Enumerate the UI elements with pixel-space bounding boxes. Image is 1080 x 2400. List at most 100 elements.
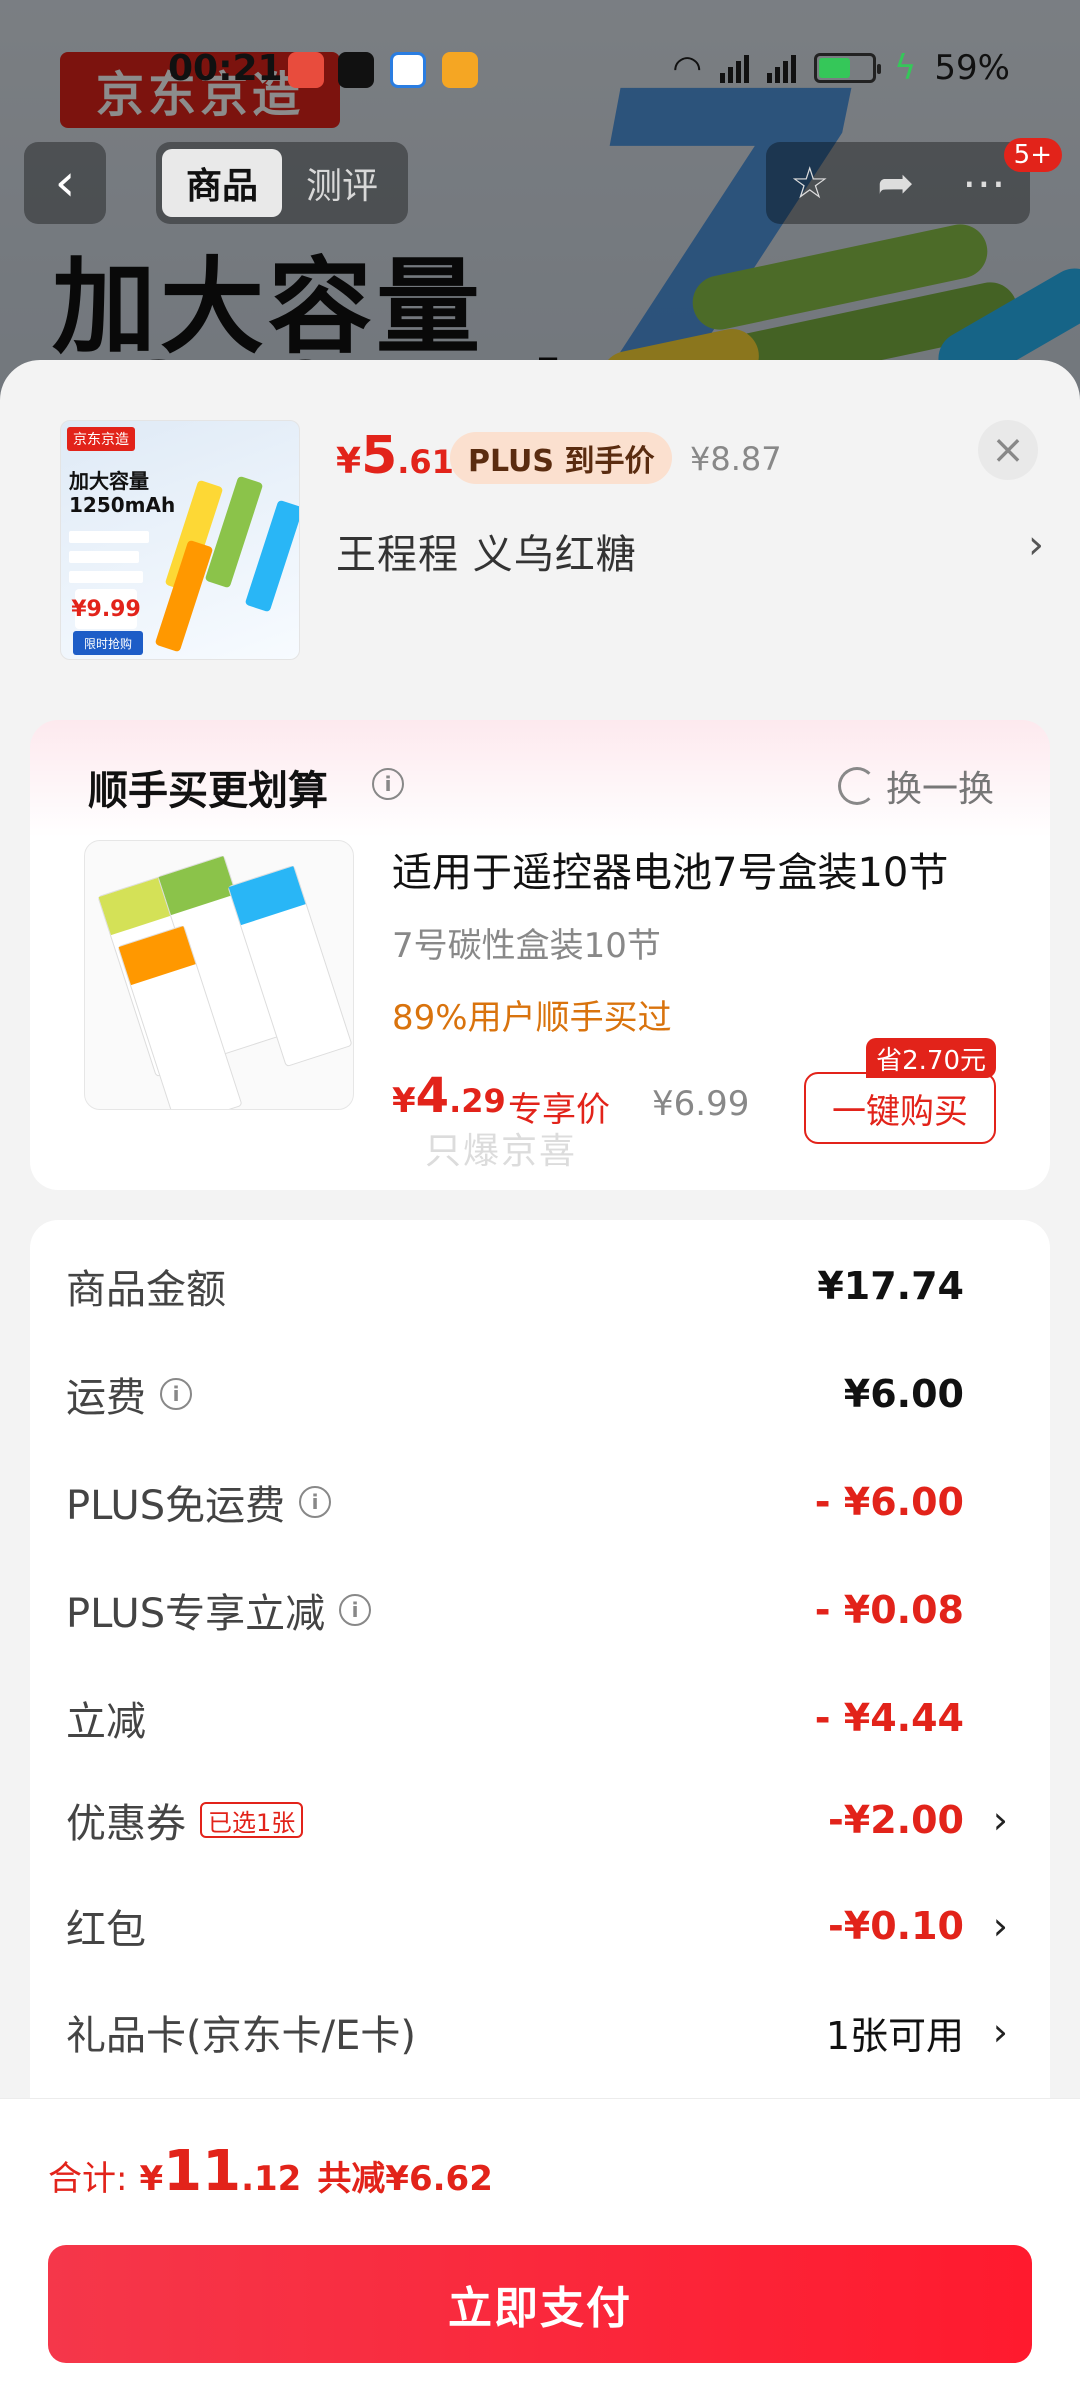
thumb-line [69, 571, 143, 583]
addon-price: ¥4.29 [392, 1068, 506, 1124]
fee-row-goods-amount: 商品金额 ¥17.74 [66, 1246, 1014, 1326]
thumb-title: 加大容量 1250mAh [69, 469, 176, 517]
thumb-line [69, 551, 139, 563]
battery-level [818, 58, 850, 78]
fee-label-text: PLUS专享立减 [66, 1591, 326, 1637]
back-arrow-icon: ‹ [54, 153, 76, 213]
fee-value: -¥2.00 [828, 1798, 964, 1842]
fee-label-text: PLUS免运费 [66, 1483, 286, 1529]
fee-value: ¥6.00 [843, 1372, 964, 1416]
total-saved: 共减¥6.62 [317, 2159, 493, 2199]
spec-selector[interactable]: 王程程 义乌红糖 [336, 522, 637, 580]
close-icon: × [991, 427, 1025, 473]
fee-value: - ¥0.08 [814, 1588, 964, 1632]
checkout-sheet: 京东京造 加大容量 1250mAh ¥9.99 限时抢购 ¥5.61 PLUS … [0, 360, 1080, 2400]
fee-value: - ¥6.00 [814, 1480, 964, 1524]
info-icon[interactable]: i [372, 768, 404, 800]
addon-bought-percent: 89%用户顺手买过 [392, 998, 672, 1038]
price-decimal: .29 [449, 1082, 506, 1120]
chevron-right-icon: › [992, 1798, 1008, 1842]
tab-review[interactable]: 测评 [282, 149, 402, 217]
fee-row-shipping: 运费 i ¥6.00 [66, 1354, 1014, 1434]
close-button[interactable]: × [978, 420, 1038, 480]
tiktok-icon [338, 52, 374, 88]
addon-original-price: ¥6.99 [652, 1084, 750, 1124]
fee-label: 商品金额 [66, 1257, 226, 1315]
total-integer: 11 [163, 2139, 242, 2204]
info-icon[interactable]: i [160, 1378, 192, 1410]
fee-row-gift-card[interactable]: 礼品卡(京东卡/E卡) 1张可用 › [66, 1992, 1014, 2072]
total-label: 合计: [48, 2159, 128, 2199]
app-notification-icon [288, 52, 324, 88]
back-button[interactable]: ‹ [24, 142, 106, 224]
price-decimal: .61 [397, 443, 454, 481]
thumb-battery [154, 539, 214, 653]
total-currency: ¥ [139, 2159, 164, 2199]
product-thumbnail[interactable]: 京东京造 加大容量 1250mAh ¥9.99 限时抢购 [60, 420, 300, 660]
signal-icon [719, 53, 749, 83]
addon-title: 顺手买更划算 [88, 768, 328, 814]
more-icon[interactable]: ⋯ [962, 158, 1006, 209]
battery-percent: 59% [934, 48, 1010, 88]
pay-now-button[interactable]: 立即支付 [48, 2245, 1032, 2363]
chevron-right-icon[interactable]: › [1028, 522, 1044, 568]
fee-row-coupon[interactable]: 优惠券 已选1张 -¥2.00 › [66, 1780, 1014, 1860]
tab-switcher: 商品 测评 [156, 142, 408, 224]
fee-label: PLUS免运费 i [66, 1473, 332, 1531]
total-decimal: .12 [241, 2159, 302, 2199]
price-integer: 4 [415, 1068, 450, 1124]
status-bar: 00:21 ◠ ϟ 59% [0, 42, 1080, 102]
info-icon[interactable]: i [339, 1594, 372, 1626]
signal-icon [766, 53, 796, 83]
fee-label-text: 礼品卡(京东卡/E卡) [66, 2013, 416, 2059]
thumb-price: ¥9.99 [71, 589, 141, 629]
fee-label: 立减 [66, 1689, 146, 1747]
info-icon[interactable]: i [299, 1486, 332, 1518]
original-price: ¥8.87 [690, 440, 782, 478]
addon-deal-card: 顺手买更划算 i 换一换 适用于遥控器电池7号盒装10节 7号碳性盒装10节 8… [30, 720, 1050, 1190]
fee-value: 1张可用 [825, 2013, 964, 2058]
plus-price: ¥5.61 [336, 426, 454, 486]
savings-badge: 省2.70元 [866, 1038, 996, 1078]
fee-label-text: 优惠券 [66, 1801, 186, 1847]
fee-value: ¥17.74 [817, 1264, 964, 1308]
status-time: 00:21 [168, 48, 283, 89]
price-breakdown-card: 商品金额 ¥17.74 运费 i ¥6.00 PLUS免运费 i - ¥6.00 P… [30, 1220, 1050, 2220]
coupon-selected-tag: 已选1张 [200, 1802, 304, 1838]
fee-label-text: 立减 [66, 1699, 146, 1745]
fee-row-plus-free-shipping: PLUS免运费 i - ¥6.00 [66, 1462, 1014, 1542]
addon-item-name[interactable]: 适用于遥控器电池7号盒装10节 [392, 840, 948, 898]
wifi-icon: ◠ [672, 48, 702, 88]
fee-row-plus-discount: PLUS专享立减 i - ¥0.08 [66, 1570, 1014, 1650]
share-icon[interactable]: ➦ [877, 158, 914, 209]
star-icon[interactable]: ☆ [790, 158, 829, 209]
thumb-flash: 限时抢购 [73, 631, 143, 655]
addon-product-image[interactable] [84, 840, 354, 1110]
chevron-right-icon: › [992, 1904, 1008, 1948]
chevron-right-icon: › [992, 2010, 1008, 2054]
battery-icon [813, 53, 881, 83]
thumb-brand: 京东京造 [67, 427, 135, 451]
charging-icon: ϟ [893, 48, 917, 88]
fee-label: 运费 i [66, 1365, 192, 1423]
top-nav: ‹ 商品 测评 ☆ ➦ ⋯ 5+ [0, 138, 1080, 224]
nav-actions: ☆ ➦ ⋯ [766, 142, 1030, 224]
fee-label: 礼品卡(京东卡/E卡) [66, 2003, 416, 2061]
thumb-line [69, 531, 149, 543]
video-app-icon [442, 52, 478, 88]
watermark: 只爆京喜 [425, 1131, 578, 1172]
fee-label-text: 商品金额 [66, 1267, 226, 1313]
fee-row-red-packet[interactable]: 红包 -¥0.10 › [66, 1886, 1014, 1966]
thumb-battery [244, 499, 299, 613]
fee-value: -¥0.10 [828, 1904, 964, 1948]
one-click-buy-button[interactable]: 一键购买 [804, 1072, 996, 1144]
fee-label-text: 运费 [66, 1375, 146, 1421]
fee-label: 红包 [66, 1897, 146, 1955]
swap-button[interactable]: 换一换 [837, 760, 994, 812]
fee-label: 优惠券 已选1张 [66, 1791, 304, 1849]
tab-product[interactable]: 商品 [162, 149, 282, 217]
fee-label: PLUS专享立减 i [66, 1581, 372, 1639]
addon-item-spec: 7号碳性盒装10节 [392, 926, 661, 966]
fee-value: - ¥4.44 [814, 1696, 964, 1740]
plus-price-tag: PLUS 到手价 [450, 432, 673, 484]
